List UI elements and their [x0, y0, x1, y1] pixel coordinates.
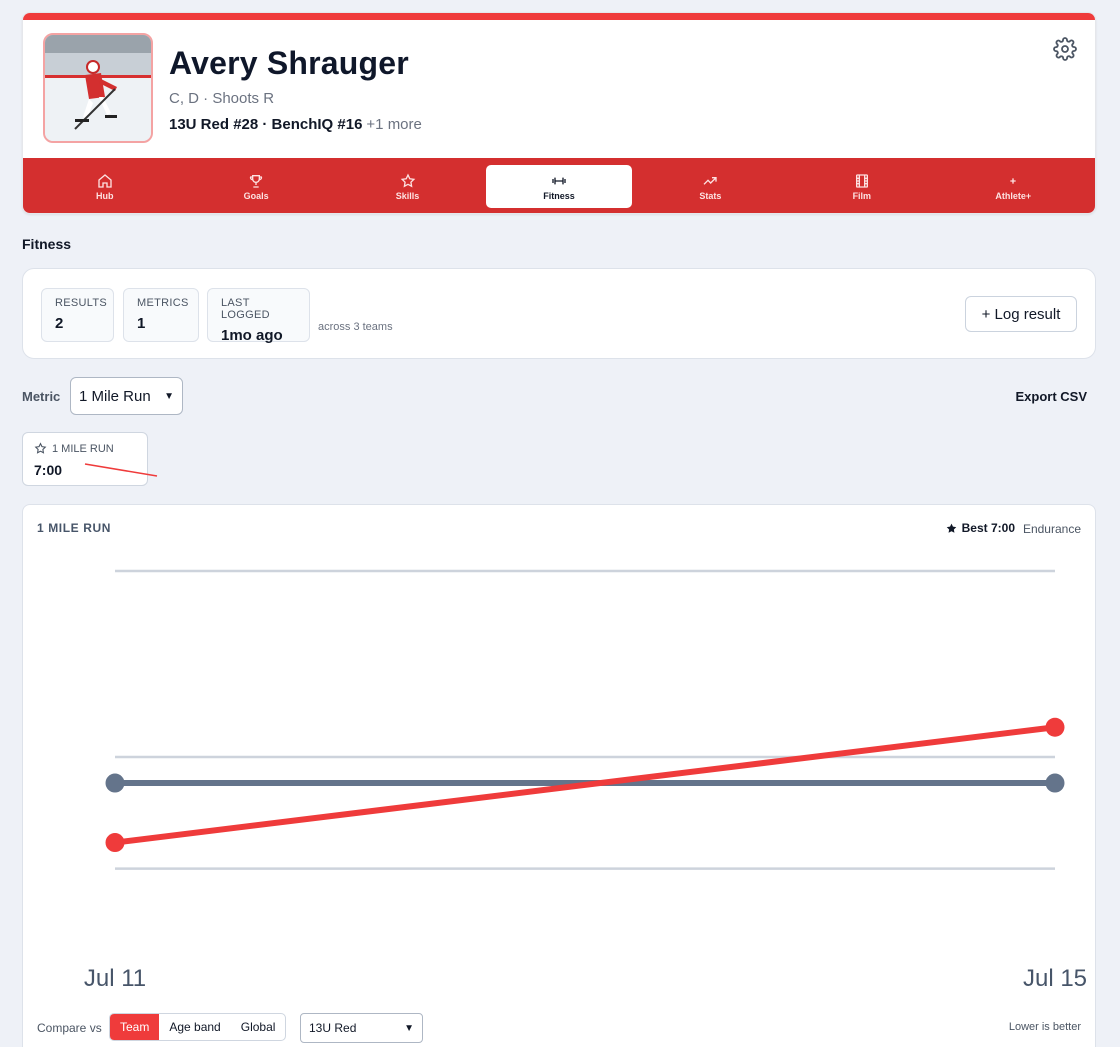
export-csv-link[interactable]: Export CSV	[1015, 389, 1087, 404]
data-point	[105, 773, 125, 793]
stat-results-label: RESULTS	[55, 297, 108, 309]
home-icon	[98, 173, 112, 188]
team-select[interactable]: 13U Red ▼	[300, 1013, 423, 1043]
athlete-teams: 13U Red #28 · BenchIQ #16 +1 more	[169, 116, 422, 133]
stat-last-logged: LAST LOGGED 1mo ago	[207, 288, 310, 344]
tab-label: Athlete+	[995, 190, 1032, 201]
tab-hub[interactable]: Hub	[32, 165, 177, 208]
trophy-icon	[250, 174, 263, 188]
tab-stats[interactable]: Stats	[638, 165, 783, 208]
tab-fitness[interactable]: Fitness	[486, 165, 632, 208]
tab-label: Fitness	[543, 190, 575, 201]
compare-row: Compare vs Team Age band Global 13U Red …	[23, 1013, 1095, 1043]
stat-last-value: 1mo ago	[221, 327, 283, 344]
across-teams-note: across 3 teams	[318, 321, 393, 333]
x-tick-label: Jul 15	[1023, 965, 1087, 992]
chevron-down-icon: ▼	[404, 1022, 414, 1034]
sparkline-line	[84, 463, 158, 477]
teams-more-link[interactable]: +1 more	[366, 116, 421, 133]
compare-segmented-control: Team Age band Global	[109, 1013, 287, 1041]
compare-option-age-band[interactable]: Age band	[159, 1014, 230, 1040]
metric-category: Endurance	[1022, 522, 1081, 536]
data-point	[105, 833, 125, 853]
lower-is-better-note: Lower is better	[1008, 1021, 1081, 1033]
best-badge: Best 7:00	[945, 521, 1015, 535]
trending-up-icon	[703, 176, 718, 185]
team-select-value: 13U Red	[309, 1021, 357, 1035]
tab-label: Film	[852, 190, 872, 201]
metric-label: Metric	[22, 389, 61, 404]
stat-results: RESULTS 2	[41, 288, 114, 342]
compare-option-global[interactable]: Global	[231, 1014, 286, 1040]
line-chart: Jul 11 Jul 15	[84, 569, 1087, 992]
tab-athlete-plus[interactable]: Athlete+	[941, 165, 1086, 208]
fitness-summary-card: RESULTS 2 METRICS 1 LAST LOGGED 1mo ago …	[22, 268, 1096, 359]
athlete-positions: C, D · Shoots R	[169, 90, 275, 107]
tab-label: Hub	[95, 190, 114, 201]
star-icon	[400, 172, 415, 187]
stat-metrics-value: 1	[137, 315, 146, 332]
teams-text: 13U Red #28 · BenchIQ #16	[169, 116, 363, 133]
profile-accent-bar	[23, 13, 1095, 20]
log-result-button[interactable]: + Log result	[965, 296, 1077, 332]
sparkline	[84, 463, 158, 477]
stat-metrics-label: METRICS	[137, 297, 189, 309]
tab-label: Goals	[243, 190, 269, 201]
tab-label: Stats	[699, 190, 722, 201]
tab-skills[interactable]: Skills	[335, 165, 480, 208]
data-point	[1045, 773, 1065, 793]
best-value: Best 7:00	[961, 521, 1015, 535]
stat-metrics: METRICS 1	[123, 288, 199, 342]
metric-select[interactable]: 1 Mile Run ▼	[70, 377, 183, 415]
dumbbell-icon	[552, 177, 566, 184]
profile-card: Avery Shrauger C, D · Shoots R 13U Red #…	[22, 12, 1096, 214]
compare-option-team[interactable]: Team	[110, 1014, 160, 1040]
compare-label: Compare vs	[37, 1021, 102, 1035]
star-filled-icon	[946, 523, 956, 533]
tab-goals[interactable]: Goals	[183, 165, 328, 208]
tab-label: Skills	[395, 190, 420, 201]
mini-card-value: 7:00	[34, 462, 63, 478]
x-tick-label: Jul 11	[84, 965, 146, 992]
chart-title: 1 MILE RUN	[37, 521, 112, 535]
stat-results-value: 2	[55, 315, 64, 332]
data-point	[1045, 717, 1065, 737]
stat-last-label: LAST LOGGED	[221, 297, 270, 321]
chart-card: Jul 11 Jul 15 1 MILE RUN Best 7:00 Endura…	[22, 504, 1096, 1047]
film-icon	[855, 173, 868, 188]
tab-bar: Hub Goals Skills Fitness Stats Film Athl…	[23, 158, 1095, 213]
gear-icon[interactable]	[1053, 37, 1077, 61]
athlete-name: Avery Shrauger	[169, 45, 409, 81]
star-outline-icon[interactable]	[34, 442, 47, 455]
plus-icon	[1010, 177, 1016, 184]
metric-select-value: 1 Mile Run	[79, 387, 151, 405]
tab-film[interactable]: Film	[789, 165, 934, 208]
chevron-down-icon: ▼	[164, 390, 174, 402]
avatar-photo	[45, 35, 151, 141]
section-title: Fitness	[22, 236, 72, 252]
avatar	[43, 33, 153, 143]
metric-mini-card[interactable]: 1 MILE RUN 7:00	[22, 432, 158, 486]
mini-card-label: 1 MILE RUN	[52, 443, 114, 455]
